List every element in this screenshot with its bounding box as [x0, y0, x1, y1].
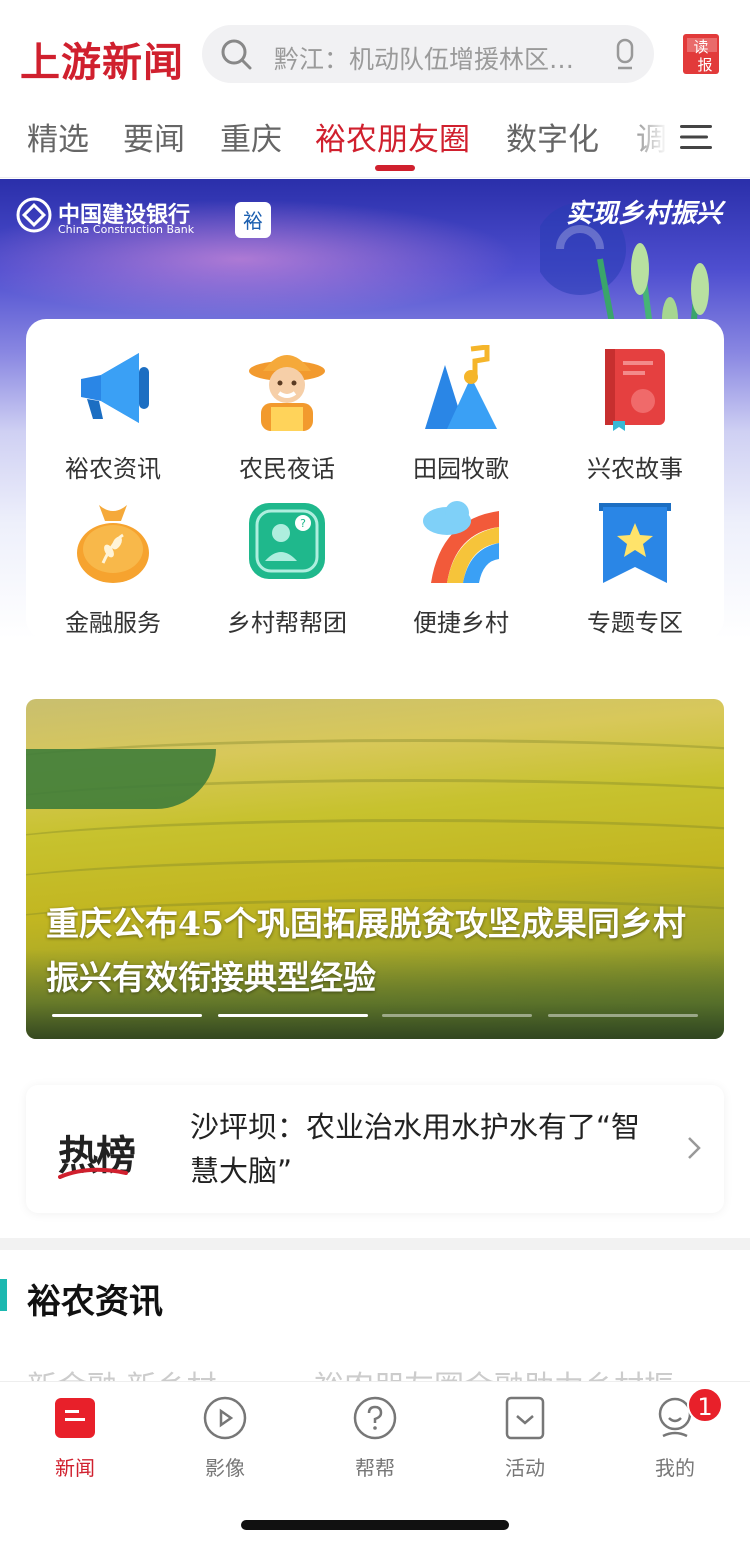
hot-list-card[interactable]: 热榜 沙坪坝：农业治水用水护水有了“智慧大脑” [26, 1085, 724, 1213]
channel-tabs: 精选 要闻 重庆 裕农朋友圈 数字化 调 [0, 110, 750, 178]
grid-label: 金融服务 [65, 609, 161, 637]
help-icon [353, 1396, 397, 1440]
star-bookmark-icon [599, 503, 671, 583]
carousel-indicators [52, 1014, 698, 1018]
chevron-right-icon[interactable] [686, 1135, 702, 1161]
hot-list-headline[interactable]: 沙坪坝：农业治水用水护水有了“智慧大脑” [190, 1105, 650, 1193]
nav-help[interactable]: 帮帮 [300, 1392, 450, 1482]
megaphone-icon [81, 353, 149, 423]
notification-badge: 1 [687, 1387, 723, 1423]
hero-carousel[interactable]: 重庆公布45个巩固拓展脱贫攻坚成果同乡村振兴有效衔接典型经验 [26, 699, 724, 1039]
nav-profile[interactable]: 我的 [600, 1392, 750, 1482]
hero-image-detail [26, 749, 216, 809]
grid-label: 乡村帮帮团 [227, 609, 347, 637]
music-mountain-icon [425, 345, 497, 429]
grid-item-pastoral[interactable]: 田园牧歌 [374, 319, 548, 483]
nav-label: 新闻 [55, 1456, 95, 1480]
app-header: 上游新闻 黔江：机动队伍增援林区… 读 报 [0, 0, 750, 110]
svg-text:?: ? [300, 517, 306, 530]
svg-text:裕: 裕 [243, 209, 263, 233]
carousel-dot[interactable] [548, 1014, 698, 1017]
hero-title[interactable]: 重庆公布45个巩固拓展脱贫攻坚成果同乡村振兴有效衔接典型经验 [46, 897, 716, 1005]
helper-group-icon: ? [249, 503, 325, 579]
home-indicator [241, 1520, 509, 1530]
grid-item-stories[interactable]: 兴农故事 [548, 319, 722, 483]
tab-yaowen[interactable]: 要闻 [123, 114, 185, 159]
grid-item-farmer-talk[interactable]: 农民夜话 [200, 319, 374, 483]
carousel-dot[interactable] [218, 1014, 368, 1017]
section-title: 裕农资讯 [27, 1282, 163, 1322]
carousel-dot[interactable] [52, 1014, 202, 1017]
svg-text:读: 读 [693, 38, 708, 56]
section-accent-bar [0, 1279, 7, 1311]
menu-icon[interactable] [680, 124, 712, 150]
hot-swoosh-icon [58, 1167, 128, 1179]
rainbow-icon [423, 501, 499, 583]
banner-slogan: 实现乡村振兴 [566, 199, 723, 229]
video-icon [203, 1396, 247, 1440]
nav-label: 影像 [205, 1456, 245, 1480]
app-logo[interactable]: 上游新闻 [20, 30, 184, 88]
nav-activity[interactable]: 活动 [450, 1392, 600, 1482]
grid-item-helpers[interactable]: ? 乡村帮帮团 [200, 473, 374, 637]
tab-jingxuan[interactable]: 精选 [27, 114, 89, 159]
nav-label: 活动 [505, 1456, 545, 1480]
read-paper-icon[interactable]: 读 报 [681, 32, 723, 76]
grid-label: 便捷乡村 [413, 609, 509, 637]
news-icon [55, 1398, 95, 1438]
grid-item-finance[interactable]: 金融服务 [26, 473, 200, 637]
yunong-logo-icon: 裕 [235, 202, 271, 238]
svg-text:报: 报 [697, 56, 712, 74]
tab-fade [620, 110, 680, 170]
grid-item-topics[interactable]: 专题专区 [548, 473, 722, 637]
tab-digital[interactable]: 数字化 [506, 114, 599, 159]
ccb-logo-icon [16, 197, 52, 233]
farmer-icon [249, 355, 325, 431]
nav-video[interactable]: 影像 [150, 1392, 300, 1482]
search-icon [221, 39, 252, 70]
search-input[interactable]: 黔江：机动队伍增援林区… [274, 40, 594, 76]
grid-label: 专题专区 [587, 609, 683, 637]
grid-item-news[interactable]: 裕农资讯 [26, 319, 200, 483]
money-bag-icon [77, 505, 149, 583]
tab-yunong[interactable]: 裕农朋友圈 [315, 114, 470, 159]
section-divider [0, 1238, 750, 1250]
bank-name-en: China Construction Bank [58, 223, 195, 236]
microphone-icon[interactable] [612, 38, 638, 70]
tab-chongqing[interactable]: 重庆 [220, 114, 282, 159]
nav-label: 帮帮 [355, 1456, 395, 1480]
activity-icon [505, 1396, 545, 1440]
active-tab-indicator [375, 165, 415, 171]
book-icon [605, 349, 665, 431]
grid-item-convenient[interactable]: 便捷乡村 [374, 473, 548, 637]
carousel-dot[interactable] [382, 1014, 532, 1017]
nav-news[interactable]: 新闻 [0, 1392, 150, 1482]
search-bar[interactable]: 黔江：机动队伍增援林区… [202, 25, 654, 83]
feature-grid: 裕农资讯 农民夜话 田园牧歌 兴农故事 金融服务 ? 乡村帮帮团 便捷乡村 专题… [26, 319, 724, 639]
nav-label: 我的 [655, 1456, 695, 1480]
